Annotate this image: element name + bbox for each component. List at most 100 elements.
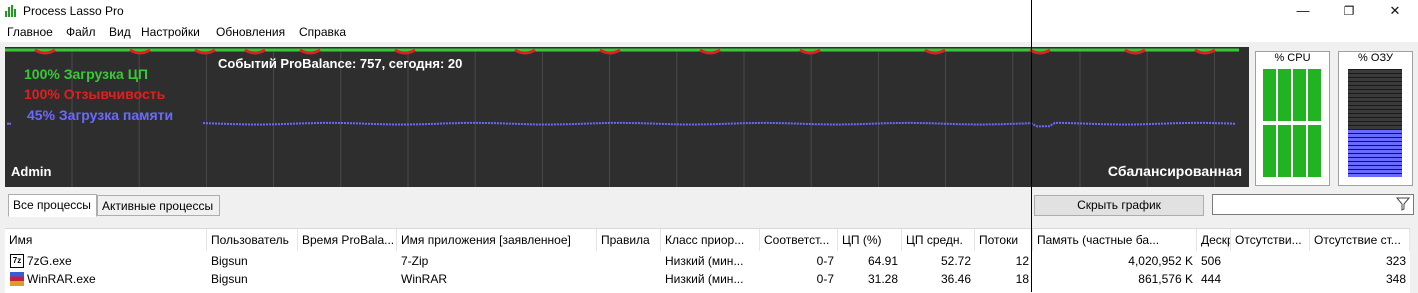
menu-updates[interactable]: Обновления xyxy=(216,25,285,39)
filter-input[interactable] xyxy=(1212,194,1414,215)
ram-segment-empty xyxy=(1348,106,1402,109)
ram-segment-filled xyxy=(1348,130,1402,133)
column-header[interactable]: Имя xyxy=(5,229,207,251)
ram-segment-filled xyxy=(1348,146,1402,149)
memory-load-label: 45% Загрузка памяти xyxy=(27,107,174,123)
table-cell-cpu: 31.28 xyxy=(867,272,898,286)
table-cell-app-name: WinRAR xyxy=(401,272,448,286)
cpu-meter: % CPU xyxy=(1255,51,1330,186)
window-title: Process Lasso Pro xyxy=(23,4,124,18)
cpu-core-bar xyxy=(1263,69,1276,121)
column-header[interactable]: Потоки xyxy=(975,229,1033,251)
cpu-core-fill xyxy=(1308,125,1321,177)
ram-meter: % ОЗУ xyxy=(1338,51,1413,186)
cpu-core-bar xyxy=(1278,69,1291,121)
cpu-load-label: 100% Загрузка ЦП xyxy=(24,66,148,82)
column-header[interactable]: Имя приложения [заявленное] xyxy=(397,229,597,251)
ram-segment-empty xyxy=(1348,94,1402,97)
cpu-core-bar xyxy=(1293,69,1306,121)
cpu-core-bar xyxy=(1308,69,1321,121)
column-header[interactable]: ЦП средн. xyxy=(902,229,975,251)
responsiveness-label: 100% Отзывчивость xyxy=(24,86,166,102)
cpu-core-bar xyxy=(1278,125,1291,177)
cpu-meter-bars xyxy=(1263,69,1321,177)
cpu-core-bar xyxy=(1293,125,1306,177)
ram-segment-filled xyxy=(1348,134,1402,137)
column-header[interactable]: Правила xyxy=(597,229,661,251)
hide-graph-button[interactable]: Скрыть график xyxy=(1034,195,1204,216)
table-row[interactable]: 7zG.exe Bigsun 7-Zip Низкий (мин... 0-7 64.91… xyxy=(5,252,1410,270)
column-header[interactable]: Время ProBala... xyxy=(298,229,397,251)
column-header[interactable]: ЦП (%) xyxy=(838,229,902,251)
process-lasso-icon xyxy=(5,5,18,17)
ram-segment-empty xyxy=(1348,86,1402,89)
table-cell-user: Bigsun xyxy=(211,272,248,286)
table-row[interactable]: WinRAR.exe Bigsun WinRAR Низкий (мин... 0-7 3… xyxy=(5,270,1410,288)
table-cell-cpu: 64.91 xyxy=(867,254,898,268)
table-cell-priority: Низкий (мин... xyxy=(665,254,744,268)
close-button[interactable]: ✕ xyxy=(1372,0,1418,22)
cpu-meter-label: % CPU xyxy=(1274,52,1311,64)
column-header[interactable]: Пользователь xyxy=(207,229,298,251)
minimize-button[interactable]: — xyxy=(1280,0,1326,22)
tab-active-processes[interactable]: Активные процессы xyxy=(97,195,220,216)
table-cell-handles: 506 xyxy=(1201,254,1222,268)
filter-icon[interactable] xyxy=(1396,197,1410,211)
ram-segment-empty xyxy=(1348,82,1402,85)
cpu-core-fill xyxy=(1293,69,1306,121)
table-cell-pf1 xyxy=(1231,252,1310,270)
ram-segment-empty xyxy=(1348,98,1402,101)
table-cell-affinity: 0-7 xyxy=(816,272,834,286)
column-header[interactable]: Дескр... xyxy=(1197,229,1231,251)
table-cell-name: WinRAR.exe xyxy=(27,272,96,286)
menu-main[interactable]: Главное xyxy=(7,25,53,39)
table-cell-cpu-avg: 36.46 xyxy=(940,272,971,286)
table-cell-memory: 861,576 K xyxy=(1138,272,1193,286)
winrar-icon xyxy=(10,272,24,286)
ram-segment-empty xyxy=(1348,118,1402,121)
column-header[interactable]: Память (частные ба... xyxy=(1033,229,1197,251)
graph-canvas xyxy=(5,48,1239,187)
table-cell-cpu-avg: 52.72 xyxy=(940,254,971,268)
menu-help[interactable]: Справка xyxy=(299,25,346,39)
column-header[interactable]: Соответст... xyxy=(760,229,838,251)
menu-file[interactable]: Файл xyxy=(66,25,96,39)
ram-segment-filled xyxy=(1348,158,1402,161)
table-cell-probalance-time xyxy=(298,270,397,288)
table-cell-rules xyxy=(597,252,661,270)
table-cell-probalance-time xyxy=(298,252,397,270)
ram-segment-filled xyxy=(1348,138,1402,141)
cpu-core-fill xyxy=(1278,69,1291,121)
ram-meter-label: % ОЗУ xyxy=(1358,52,1393,64)
cpu-core-bar xyxy=(1308,125,1321,177)
ram-segment-filled xyxy=(1348,154,1402,157)
ram-segment-empty xyxy=(1348,114,1402,117)
ram-segment-filled xyxy=(1348,162,1402,165)
table-cell-priority: Низкий (мин... xyxy=(665,272,744,286)
tab-all-processes[interactable]: Все процессы xyxy=(8,194,97,217)
menu-settings[interactable]: Настройки xyxy=(141,25,200,39)
cpu-core-fill xyxy=(1263,69,1276,121)
table-cell-pf2: 348 xyxy=(1385,272,1406,286)
ram-segment-filled xyxy=(1348,174,1402,177)
table-cell-threads: 18 xyxy=(1015,272,1029,286)
table-cell-affinity: 0-7 xyxy=(816,254,834,268)
ram-meter-bar xyxy=(1348,69,1402,177)
table-scrollbar[interactable] xyxy=(1410,228,1418,292)
table-cell-pf2: 323 xyxy=(1385,254,1406,268)
ram-segment-filled xyxy=(1348,166,1402,169)
column-header[interactable]: Класс приор... xyxy=(661,229,760,251)
table-cell-rules xyxy=(597,270,661,288)
maximize-button[interactable]: ❐ xyxy=(1326,0,1372,22)
table-cell-user: Bigsun xyxy=(211,254,248,268)
ram-segment-filled xyxy=(1348,142,1402,145)
activity-graph[interactable]: 100% Загрузка ЦП Событий ProBalance: 757… xyxy=(5,47,1249,187)
menu-view[interactable]: Вид xyxy=(109,25,131,39)
table-cell-app-name: 7-Zip xyxy=(401,254,429,268)
menu-bar: Главное Файл Вид Настройки Обновления Сп… xyxy=(0,22,1418,42)
column-header[interactable]: Отсутствие ст... xyxy=(1310,229,1410,251)
7z-icon: 7z xyxy=(10,254,24,268)
cpu-core-fill xyxy=(1293,125,1306,177)
column-header[interactable]: Отсутстви... xyxy=(1231,229,1310,251)
user-label: Admin xyxy=(11,164,52,179)
